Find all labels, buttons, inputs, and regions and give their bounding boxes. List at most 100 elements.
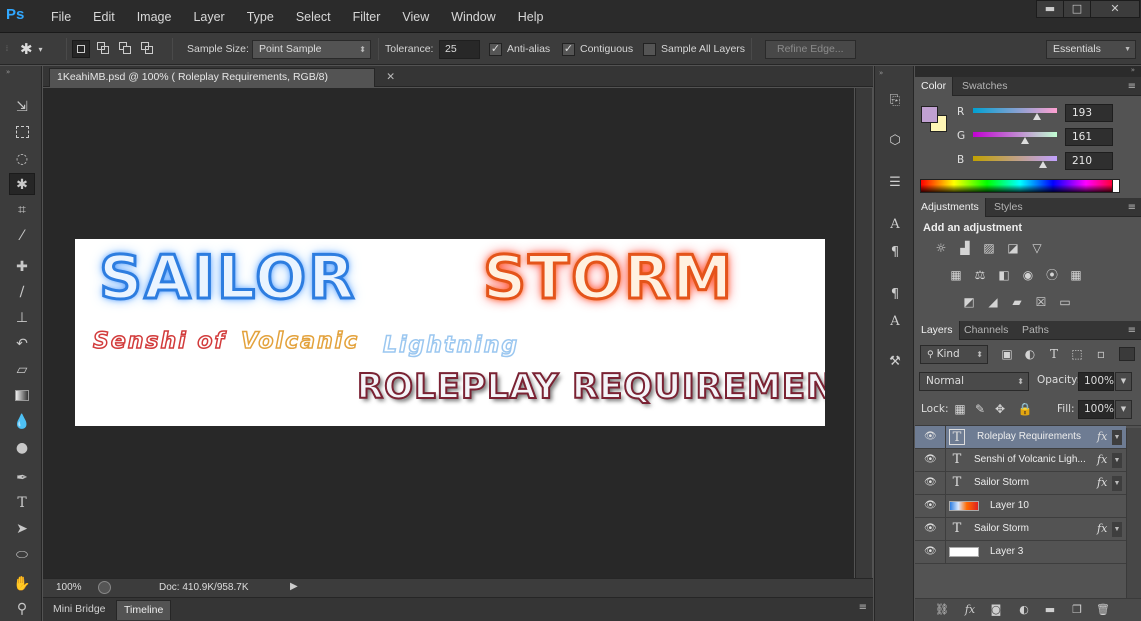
character-icon[interactable]: A: [883, 214, 907, 236]
menu-view[interactable]: View: [391, 10, 440, 24]
new-selection-icon[interactable]: [72, 40, 90, 58]
visibility-eye-icon[interactable]: 👁: [924, 500, 937, 512]
marquee-tool-icon[interactable]: [9, 122, 35, 144]
color-lookup-icon[interactable]: ▦: [1067, 267, 1085, 283]
contiguous-option[interactable]: ✓ Contiguous: [562, 33, 633, 65]
tab-channels[interactable]: Channels: [958, 321, 1014, 340]
layer-row[interactable]: 👁 T Roleplay Requirements fx ▼: [915, 426, 1126, 449]
channel-mixer-icon[interactable]: ⦿: [1043, 267, 1061, 283]
brightness-contrast-icon[interactable]: ☼: [932, 240, 950, 256]
workspace-switcher[interactable]: Essentials ▼: [1046, 39, 1136, 59]
color-balance-icon[interactable]: ⚖: [971, 267, 989, 283]
tab-layers[interactable]: Layers: [915, 321, 960, 340]
menu-filter[interactable]: Filter: [342, 10, 392, 24]
layers-scrollbar[interactable]: [1126, 428, 1141, 598]
layer-row[interactable]: 👁 T Sailor Storm fx ▼: [915, 472, 1126, 495]
blue-value-input[interactable]: 210: [1065, 152, 1113, 170]
maximize-button[interactable]: □: [1063, 0, 1091, 18]
tolerance-input[interactable]: 25: [439, 39, 480, 59]
blur-tool-icon[interactable]: 💧: [9, 411, 35, 433]
layer-name[interactable]: Senshi of Volcanic Ligh...: [974, 454, 1086, 465]
menu-type[interactable]: Type: [236, 10, 285, 24]
tab-swatches[interactable]: Swatches: [956, 77, 1014, 96]
lock-all-icon[interactable]: 🔒: [1016, 401, 1034, 417]
filter-pixel-icon[interactable]: ▣: [998, 346, 1016, 362]
opacity-input[interactable]: 100%: [1078, 372, 1114, 391]
menu-select[interactable]: Select: [285, 10, 342, 24]
antialias-option[interactable]: ✓ Anti-alias: [489, 33, 550, 65]
properties-icon[interactable]: ☰: [883, 172, 907, 194]
blend-mode-select[interactable]: Normal ⬍: [919, 372, 1029, 391]
filter-shape-icon[interactable]: ⬚: [1068, 346, 1086, 362]
eraser-tool-icon[interactable]: ▱: [9, 359, 35, 381]
visibility-eye-icon[interactable]: 👁: [924, 477, 937, 489]
paragraph-icon[interactable]: ¶: [883, 242, 907, 264]
menu-window[interactable]: Window: [440, 10, 506, 24]
healing-brush-tool-icon[interactable]: ✚: [9, 256, 35, 278]
red-value-input[interactable]: 193: [1065, 104, 1113, 122]
filter-toggle[interactable]: [1119, 347, 1135, 361]
status-menu-arrow-icon[interactable]: ▶: [290, 581, 298, 592]
lock-pixels-icon[interactable]: ✎: [971, 401, 989, 417]
filter-type-icon[interactable]: T: [1045, 346, 1063, 362]
tool-preset-picker[interactable]: ⁞ ✱ ▾: [6, 33, 43, 65]
refine-edge-button[interactable]: Refine Edge...: [765, 39, 856, 59]
chevron-down-icon[interactable]: ▼: [1112, 476, 1122, 491]
new-layer-icon[interactable]: ❐: [1069, 602, 1085, 618]
layer-row[interactable]: 👁 T Sailor Storm fx ▼: [915, 518, 1126, 541]
crop-tool-icon[interactable]: ⌗: [9, 199, 35, 221]
green-value-input[interactable]: 161: [1065, 128, 1113, 146]
black-white-icon[interactable]: ◧: [995, 267, 1013, 283]
tab-paths[interactable]: Paths: [1016, 321, 1055, 340]
invert-icon[interactable]: ◩: [960, 294, 978, 310]
green-slider-thumb[interactable]: [1021, 137, 1029, 144]
color-spectrum-bar[interactable]: [920, 179, 1120, 193]
tab-color[interactable]: Color: [915, 77, 954, 96]
menu-edit[interactable]: Edit: [82, 10, 126, 24]
zoom-level[interactable]: 100%: [56, 582, 82, 593]
tab-timeline[interactable]: Timeline: [116, 600, 172, 620]
fx-icon[interactable]: fx: [1097, 430, 1107, 443]
menu-help[interactable]: Help: [507, 10, 555, 24]
lasso-tool-icon[interactable]: ◌: [9, 148, 35, 170]
layer-filter-select[interactable]: ⚲ Kind ⬍: [920, 345, 988, 364]
sample-all-layers-checkbox[interactable]: [643, 42, 656, 56]
tab-styles[interactable]: Styles: [988, 198, 1029, 217]
levels-icon[interactable]: ▟: [956, 240, 974, 256]
fill-input[interactable]: 100%: [1078, 400, 1114, 419]
dodge-tool-icon[interactable]: ●: [9, 437, 35, 459]
fx-icon[interactable]: fx: [1097, 476, 1107, 489]
layer-name[interactable]: Layer 3: [990, 546, 1023, 557]
foreground-color-swatch-front[interactable]: [921, 106, 938, 123]
clone-stamp-tool-icon[interactable]: ⊥: [9, 307, 35, 329]
filter-smart-object-icon[interactable]: ▫: [1092, 346, 1110, 362]
layer-row[interactable]: 👁 T Senshi of Volcanic Ligh... fx ▼: [915, 449, 1126, 472]
sample-size-select[interactable]: Point Sample ⬍: [252, 39, 371, 59]
exposure-icon[interactable]: ◪: [1004, 240, 1022, 256]
visibility-eye-icon[interactable]: 👁: [924, 431, 937, 443]
contiguous-checkbox[interactable]: ✓: [562, 42, 575, 56]
subtract-selection-icon[interactable]: [117, 40, 135, 58]
red-slider-track[interactable]: [973, 108, 1057, 113]
close-icon[interactable]: ✕: [386, 69, 395, 86]
ellipse-tool-icon[interactable]: ⬭: [9, 544, 35, 566]
visibility-eye-icon[interactable]: 👁: [924, 546, 937, 558]
panel-menu-icon[interactable]: ≡: [1128, 77, 1136, 96]
visibility-eye-icon[interactable]: 👁: [924, 454, 937, 466]
link-layers-icon[interactable]: ⛓: [934, 602, 950, 618]
collapse-icon[interactable]: »: [879, 69, 883, 77]
selective-color-icon[interactable]: ☒: [1032, 294, 1050, 310]
visibility-eye-icon[interactable]: 👁: [924, 523, 937, 535]
minimize-button[interactable]: ▬: [1036, 0, 1064, 18]
red-slider-thumb[interactable]: [1033, 113, 1041, 120]
collapse-icon[interactable]: »: [1131, 66, 1135, 74]
chevron-down-icon[interactable]: ▼: [1112, 522, 1122, 537]
white-swatch[interactable]: [1112, 179, 1120, 193]
document-tab[interactable]: 1KeahiMB.psd @ 100% ( Roleplay Requireme…: [49, 68, 395, 87]
fx-icon[interactable]: fx: [962, 602, 978, 618]
3d-icon[interactable]: ⬡: [883, 130, 907, 152]
panel-menu-icon[interactable]: ≡: [1128, 198, 1136, 217]
tab-adjustments[interactable]: Adjustments: [915, 198, 986, 217]
tab-mini-bridge[interactable]: Mini Bridge: [46, 600, 113, 620]
pen-tool-icon[interactable]: ✒: [9, 467, 35, 489]
